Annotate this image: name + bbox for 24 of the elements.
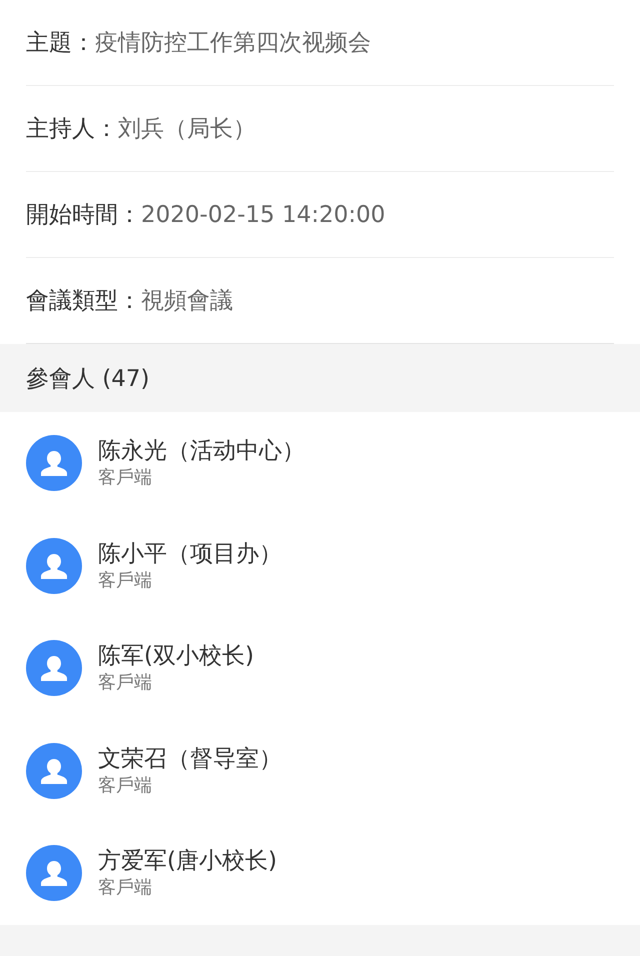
client-type: 客戶端: [98, 568, 153, 593]
participant-name: 陈小平（项目办）: [98, 540, 282, 569]
field-label: 開始時間：: [26, 201, 141, 230]
avatar-icon: [26, 845, 82, 902]
avatar-icon: [26, 742, 82, 799]
avatar-icon: [26, 435, 82, 492]
participant-name: 方爱军(唐小校长): [98, 847, 277, 876]
client-type: 客戶端: [98, 466, 153, 490]
section-title: 參會人 (47): [26, 364, 150, 394]
field-label: 會議類型：: [26, 287, 141, 316]
participant-name: 陈永光（活动中心）: [98, 437, 305, 466]
avatar-icon: [26, 640, 82, 696]
participant-name: 陈军(双小校长): [98, 642, 254, 672]
participant-name: 文荣召（督导室）: [98, 744, 282, 774]
field-label: 主題：: [26, 29, 95, 58]
field-value: 疫情防控工作第四次视频会: [95, 29, 371, 58]
avatar-icon: [26, 538, 82, 594]
client-type: 客戶端: [98, 774, 153, 798]
client-type: 客戶端: [98, 876, 153, 900]
field-value: 刘兵（局长）: [118, 115, 256, 144]
field-label: 主持人：: [26, 115, 118, 144]
field-value: 2020-02-15 14:20:00: [141, 202, 386, 228]
field-value: 視頻會議: [141, 287, 233, 316]
client-type: 客戶端: [98, 671, 153, 696]
